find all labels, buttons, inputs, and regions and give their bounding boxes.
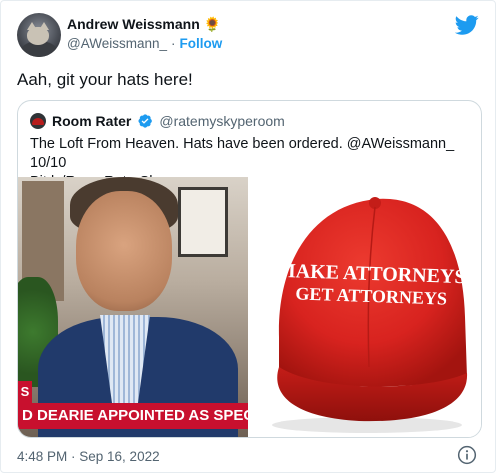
sunflower-emoji: 🌻 <box>203 16 222 32</box>
quoted-display-name: Room Rater <box>52 113 132 129</box>
author-handle[interactable]: @AWeissmann_ <box>67 36 167 51</box>
tweet-timestamp[interactable]: 4:48 PM · Sep 16, 2022 <box>17 449 160 464</box>
quoted-avatar <box>30 113 46 129</box>
chyron-tag: S <box>18 381 32 403</box>
news-screenshot-image[interactable]: S D DEARIE APPOINTED AS SPECIAL MAST <box>18 177 248 437</box>
author-handle-row: @AWeissmann_ · Follow <box>67 36 222 51</box>
author-display-name[interactable]: Andrew Weissmann <box>67 16 200 32</box>
quoted-handle: @ratemyskyperoom <box>159 113 285 129</box>
news-chyron: D DEARIE APPOINTED AS SPECIAL MAST <box>18 403 248 429</box>
tweet-text: Aah, git your hats here! <box>17 70 193 89</box>
quoted-text-line1: The Loft From Heaven. Hats have been ord… <box>30 136 455 171</box>
twitter-bird-icon[interactable] <box>455 13 479 37</box>
red-cap-graphic: MAKE ATTORNEYS GET ATTORNEYS <box>272 197 468 433</box>
quoted-tweet[interactable]: Room Rater @ratemyskyperoom The Loft Fro… <box>17 100 482 438</box>
red-hat-image[interactable]: MAKE ATTORNEYS GET ATTORNEYS <box>249 177 481 437</box>
author-name-row[interactable]: Andrew Weissmann 🌻 <box>67 16 221 32</box>
info-icon[interactable] <box>457 445 477 465</box>
follow-button[interactable]: Follow <box>180 36 223 51</box>
author-avatar[interactable] <box>17 13 61 57</box>
separator-dot: · <box>171 36 176 51</box>
verified-badge-icon <box>138 114 153 128</box>
quoted-header: Room Rater @ratemyskyperoom <box>30 113 285 129</box>
tweet-card: Andrew Weissmann 🌻 @AWeissmann_ · Follow… <box>0 0 496 473</box>
